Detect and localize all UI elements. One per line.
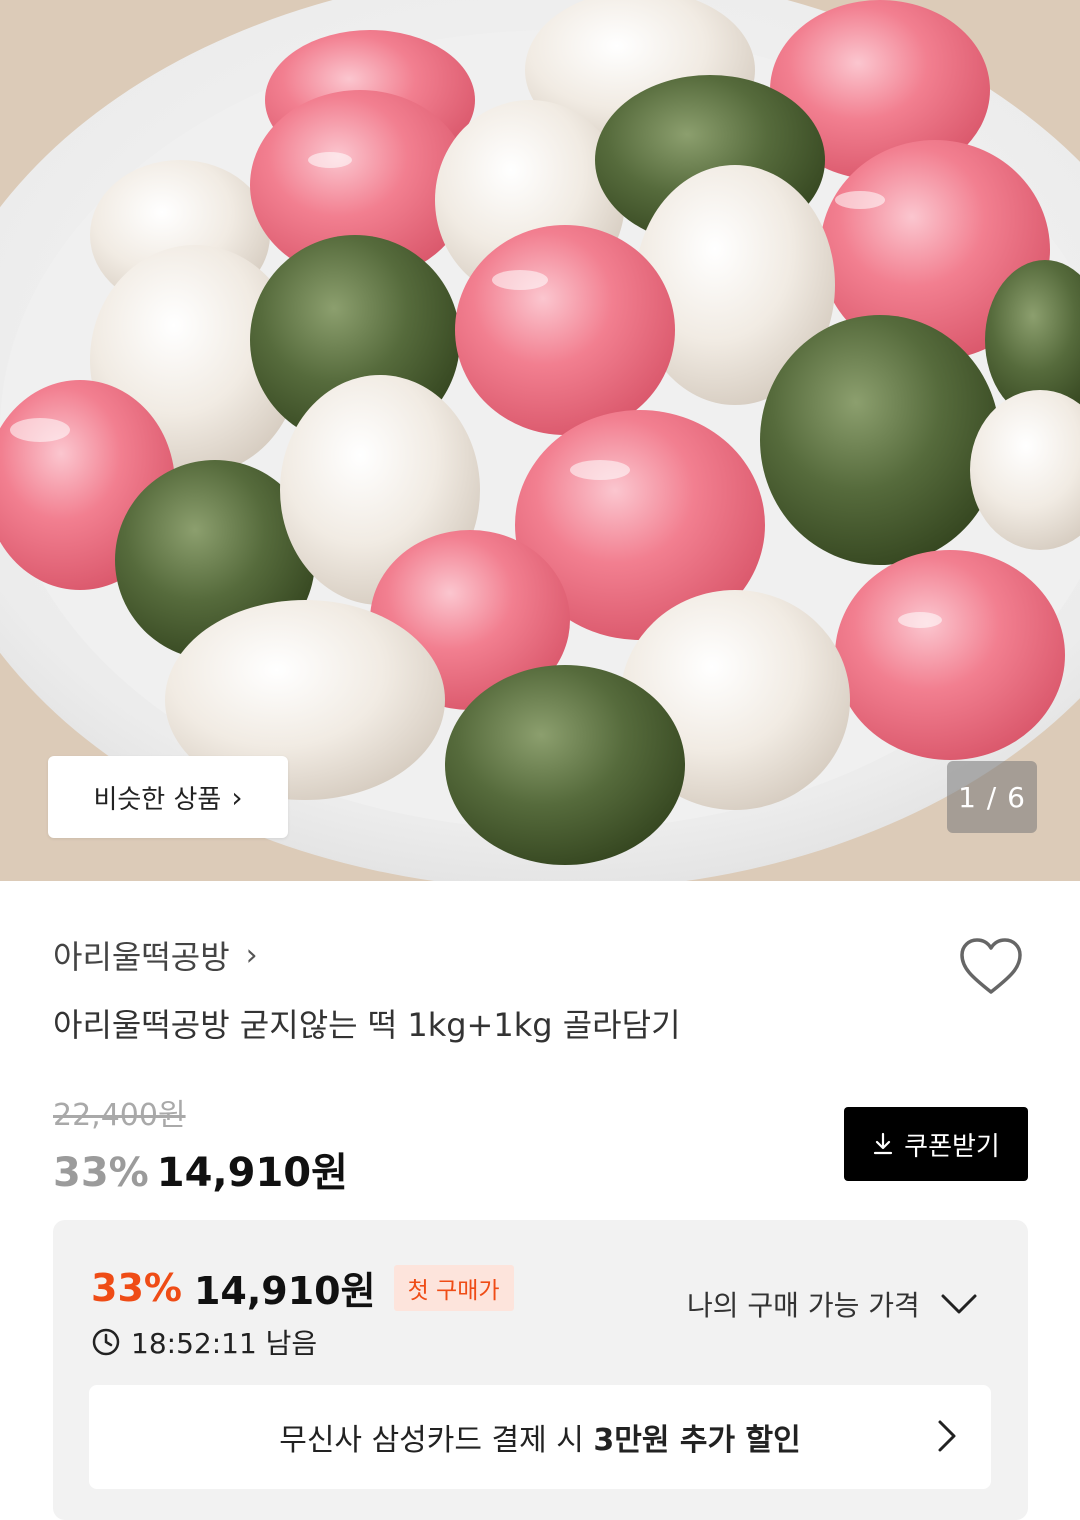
discount-rate: 33% [53,1150,149,1196]
deal-price: 14,910원 [193,1269,376,1313]
chevron-right-icon: › [245,937,258,973]
sale-price: 14,910원 [156,1150,348,1196]
download-icon [874,1132,893,1155]
first-purchase-deal: 33% 14,910원 첫 구매가 나의 구매 가능 가격 18:52:11 남… [53,1220,1028,1520]
deal-price-row: 33% 14,910원 첫 구매가 [91,1260,514,1315]
card-discount-prefix: 무신사 삼성카드 결제 시 [279,1423,594,1458]
deal-discount-rate: 33% [91,1265,182,1310]
chevron-right-icon [938,1420,956,1452]
my-available-price-toggle[interactable]: 나의 구매 가능 가격 [687,1284,978,1324]
original-price: 22,400원 [53,1098,186,1133]
coupon-label: 쿠폰받기 [904,1131,1000,1162]
brand-name: 아리울떡공방 [53,938,230,976]
heart-outline-icon[interactable] [958,935,1024,997]
product-image-gallery[interactable]: 비슷한 상품 › 1 / 6 [0,0,1080,881]
product-photo [0,0,1080,881]
clock-icon [92,1328,120,1356]
sale-price-row: 33% 14,910원 [53,1140,348,1198]
card-discount-banner[interactable]: 무신사 삼성카드 결제 시 3만원 추가 할인 [89,1385,991,1489]
card-discount-text: 무신사 삼성카드 결제 시 3만원 추가 할인 [279,1415,801,1459]
chevron-right-icon: › [231,780,243,814]
similar-products-button[interactable]: 비슷한 상품 › [48,756,288,838]
similar-products-label: 비슷한 상품 [93,784,222,815]
chevron-down-icon [941,1294,977,1314]
deal-timer: 18:52:11 남음 [91,1322,317,1362]
card-discount-amount: 3만원 추가 할인 [593,1423,801,1458]
product-title: 아리울떡공방 굳지않는 떡 1kg+1kg 골라담기 [53,1006,681,1044]
brand-link[interactable]: 아리울떡공방 › [53,932,258,978]
get-coupon-button[interactable]: 쿠폰받기 [844,1107,1028,1181]
first-purchase-badge: 첫 구매가 [393,1264,514,1311]
my-price-label: 나의 구매 가능 가격 [687,1289,920,1322]
timer-text: 18:52:11 남음 [131,1327,318,1360]
image-counter: 1 / 6 [947,761,1037,833]
